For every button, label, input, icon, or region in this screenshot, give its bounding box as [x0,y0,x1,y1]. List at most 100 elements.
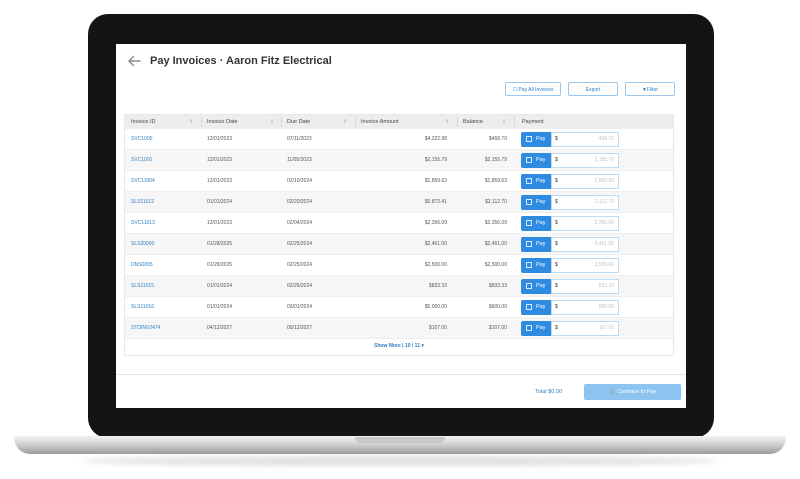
pay-toggle-button[interactable]: Pay [521,321,551,336]
column-divider [281,117,282,127]
invoice-date-cell: 01/28/2025 [207,262,233,268]
sort-icon[interactable]: ⇕ [343,115,347,129]
checkbox-icon [526,199,532,205]
export-button[interactable]: Export [568,82,618,96]
invoice-id-link[interactable]: SVC1001 [131,150,152,171]
pay-all-invoices-button[interactable]: ☐ Pay All Invoices [505,82,561,96]
checkbox-icon [526,136,532,142]
pay-toggle-button[interactable]: Pay [521,300,551,315]
payment-amount-input[interactable]: $ 107.00 [551,321,619,336]
due-date-cell: 07/11/2023 [287,136,312,142]
invoice-id-link[interactable]: SVC11004 [131,171,155,192]
due-date-cell: 02/26/2024 [287,283,313,289]
pay-toggle-button[interactable]: Pay [521,195,551,210]
invoice-amount-cell: $833.33 [428,283,447,289]
pay-toggle-button[interactable]: Pay [521,132,551,147]
balance-cell: $2,112.70 [485,199,507,205]
currency-symbol: $ [555,325,558,331]
show-more-link[interactable]: Show More | 10 / 11 ▾ [125,343,673,349]
payment-total: Total $0.00 [535,389,562,395]
balance-cell: $468.70 [488,136,507,142]
column-header-due-date[interactable]: Due Date [287,115,310,129]
column-header-invoice-date[interactable]: Invoice Date [207,115,238,129]
invoice-id-link[interactable]: DNS0005 [131,255,153,276]
sort-icon[interactable]: ⇕ [502,115,506,129]
invoice-date-cell: 12/01/2023 [207,178,233,184]
invoice-amount-cell: $5,872.41 [424,199,447,205]
payment-amount-input[interactable]: $ 2,356.09 [551,216,619,231]
payment-group: Pay $ 1,859.63 [521,174,621,189]
currency-symbol: $ [555,199,558,205]
invoice-id-link[interactable]: SVC11013 [131,213,155,234]
pay-label: Pay [536,262,546,268]
payment-amount-input[interactable]: $ 2,112.70 [551,195,619,210]
currency-symbol: $ [555,136,558,142]
pay-label: Pay [536,283,546,289]
table-row: SVC1001 12/01/2023 11/05/2023 $2,155.79 … [125,150,673,171]
invoice-id-link[interactable]: STDINV2474 [131,318,160,339]
payment-amount-value: 2,356.09 [594,220,614,226]
payment-amount-value: 2,461.00 [594,241,614,247]
filter-button[interactable]: ▼Filter [625,82,675,96]
pay-toggle-button[interactable]: Pay [521,174,551,189]
payment-amount-input[interactable]: $ 468.70 [551,132,619,147]
table-row: SVC1000 12/01/2023 07/11/2023 $4,322.98 … [125,129,673,150]
due-date-cell: 02/25/2024 [287,262,313,268]
invoice-id-link[interactable]: SVC1000 [131,129,152,150]
invoice-amount-cell: $2,356.09 [424,220,447,226]
invoice-amount-cell: $1,859.63 [424,178,447,184]
checkbox-icon [526,304,532,310]
payment-amount-value: 468.70 [598,136,614,142]
pay-label: Pay [536,199,546,205]
balance-cell: $1,859.63 [484,178,507,184]
invoice-id-link[interactable]: SLS20000 [131,234,154,255]
sort-icon[interactable]: ⇕ [189,115,193,129]
payment-amount-value: 2,112.70 [594,199,614,205]
pay-toggle-button[interactable]: Pay [521,237,551,252]
balance-cell: $2,356.09 [484,220,507,226]
column-header-payment: Payment [522,119,544,125]
due-date-cell: 05/12/2027 [287,325,313,331]
invoice-id-link[interactable]: SLS11012 [131,192,154,213]
pay-toggle-button[interactable]: Pay [521,216,551,231]
payment-group: Pay $ 2,356.09 [521,216,621,231]
payment-amount-input[interactable]: $ 2,500.00 [551,258,619,273]
invoice-amount-cell: $5,000.00 [424,304,447,310]
invoice-id-link[interactable]: SLS11016 [131,297,154,318]
invoice-amount-cell: $2,155.79 [424,157,447,163]
payment-group: Pay $ 2,155.79 [521,153,621,168]
column-header-invoice-id[interactable]: Invoice ID [131,115,155,129]
due-date-cell: 02/20/2024 [287,199,313,205]
column-header-balance[interactable]: Balance [463,115,483,129]
footer-divider [116,374,686,375]
payment-amount-input[interactable]: $ 600.00 [551,300,619,315]
continue-label: Continue to Pay [617,389,657,395]
table-row: SVC11013 12/01/2023 02/04/2024 $2,356.09… [125,213,673,234]
currency-symbol: $ [555,157,558,163]
payment-group: Pay $ 2,461.00 [521,237,621,252]
currency-symbol: $ [555,304,558,310]
pay-toggle-button[interactable]: Pay [521,258,551,273]
payment-group: Pay $ 600.00 [521,300,621,315]
pay-toggle-button[interactable]: Pay [521,279,551,294]
pay-toggle-button[interactable]: Pay [521,153,551,168]
due-date-cell: 02/04/2024 [287,220,313,226]
invoice-amount-cell: $107.00 [428,325,447,331]
payment-amount-value: 600.00 [598,304,614,310]
invoice-id-link[interactable]: SLS11015 [131,276,154,297]
balance-cell: $600.00 [488,304,507,310]
column-header-invoice-amount[interactable]: Invoice Amount [361,115,399,129]
cart-icon: 🛒 [608,389,618,395]
back-arrow-icon[interactable] [126,53,142,69]
sort-icon[interactable]: ⇕ [445,115,449,129]
column-divider [457,117,458,127]
filter-label: Filter [646,87,659,93]
table-row: SLS11015 01/01/2024 02/26/2024 $833.33 $… [125,276,673,297]
continue-to-pay-button[interactable]: 🛒 Continue to Pay [584,384,681,400]
sort-icon[interactable]: ⇕ [270,115,274,129]
due-date-cell: 02/10/2024 [287,178,313,184]
payment-amount-input[interactable]: $ 1,859.63 [551,174,619,189]
payment-amount-input[interactable]: $ 833.33 [551,279,619,294]
payment-amount-input[interactable]: $ 2,155.79 [551,153,619,168]
payment-amount-input[interactable]: $ 2,461.00 [551,237,619,252]
